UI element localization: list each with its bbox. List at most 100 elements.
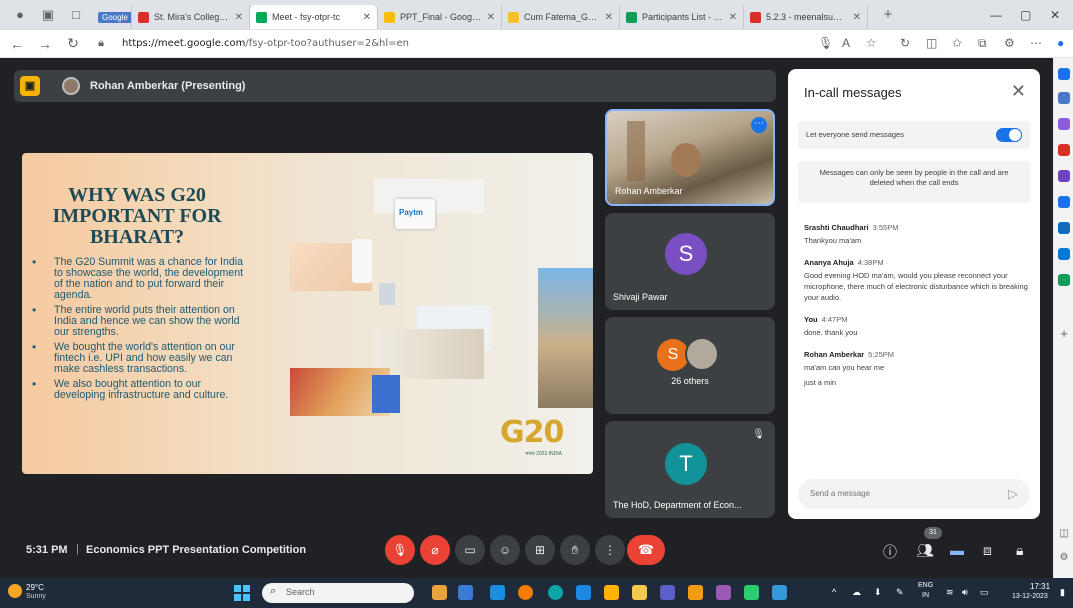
close-icon[interactable]: ✕ xyxy=(605,12,613,23)
end-call-button[interactable]: ☎︎ xyxy=(627,535,665,565)
volume-icon[interactable]: 🔊︎ xyxy=(962,587,968,598)
slide-bullet: The entire world puts their attention on… xyxy=(30,305,245,338)
participant-tile[interactable]: ⋯ Rohan Amberkar xyxy=(605,109,775,206)
cloud-icon[interactable]: ☁︎ xyxy=(852,587,861,598)
camera-off-icon[interactable]: ⌀ xyxy=(420,535,450,565)
favorite-icon[interactable]: ☆ xyxy=(866,36,877,50)
emoji-reaction-icon[interactable]: ☺ xyxy=(490,535,520,565)
tab-meenal[interactable]: 5.2.3 - meenalsumant ✕ xyxy=(744,5,868,29)
tools-icon[interactable] xyxy=(1058,144,1070,156)
back-icon[interactable]: ← xyxy=(6,36,28,52)
present-screen-icon[interactable]: ▣ xyxy=(20,76,40,96)
close-icon[interactable]: ✕ xyxy=(235,12,243,23)
workspaces-icon[interactable]: ▣ xyxy=(40,7,56,23)
read-aloud-icon[interactable]: A xyxy=(842,36,850,50)
microphone-permission-icon[interactable]: 🎙︎ xyxy=(818,36,833,50)
participant-group-tile[interactable]: S 26 others xyxy=(605,317,775,414)
close-icon[interactable]: ✕ xyxy=(487,12,495,23)
store-app-icon[interactable] xyxy=(744,585,759,600)
close-icon[interactable]: ✕ xyxy=(363,12,371,23)
taskbar-search[interactable]: ⌕ Search xyxy=(262,583,414,603)
search-icon[interactable] xyxy=(1058,68,1070,80)
weather-icon[interactable] xyxy=(8,584,22,598)
captions-icon[interactable]: ▭ xyxy=(455,535,485,565)
host-controls-icon[interactable]: 🔒︎ xyxy=(1016,542,1023,559)
refresh-icon[interactable]: ↻ xyxy=(900,36,910,50)
restore-icon[interactable]: ▢ xyxy=(1020,8,1031,22)
file-explorer-icon[interactable] xyxy=(604,585,619,600)
people-icon[interactable]: 👥︎ xyxy=(916,542,934,559)
mail-app-icon[interactable] xyxy=(576,585,591,600)
lock-icon[interactable]: 🔒︎ xyxy=(90,37,112,50)
chrome-app-icon[interactable] xyxy=(518,585,533,600)
url-field[interactable]: https://meet.google.com/fsy-otpr-too?aut… xyxy=(122,38,409,49)
raise-hand-icon[interactable]: ✋︎ xyxy=(560,535,590,565)
tab-st-miras[interactable]: St. Mira's College for G ✕ xyxy=(132,5,250,29)
start-icon[interactable] xyxy=(234,585,250,601)
participant-tile[interactable]: 🎙︎ T The HoD, Department of Econ... xyxy=(605,421,775,518)
battery-icon[interactable]: ▭ xyxy=(980,587,989,598)
search-sidebar-icon[interactable] xyxy=(1058,92,1070,104)
tab-actions-icon[interactable]: □ xyxy=(68,7,84,23)
split-screen-icon[interactable]: ◫ xyxy=(926,36,937,50)
taskbar-time[interactable]: 17:31 xyxy=(1030,582,1050,591)
sidebar-hide-icon[interactable]: ◫ xyxy=(1058,528,1070,540)
tab-meet[interactable]: Meet - fsy-otpr-tc ✕ xyxy=(250,5,378,29)
edge-sidebar: + ◫ ⚙ xyxy=(1053,58,1073,578)
avatar: T xyxy=(665,443,707,485)
location-icon[interactable]: ⬇︎ xyxy=(874,587,882,598)
settings-icon[interactable]: ⚙ xyxy=(1058,552,1070,564)
collections-icon[interactable]: ⧉ xyxy=(978,36,987,51)
send-icon[interactable]: ▷ xyxy=(1008,486,1018,502)
tab-google[interactable]: Google xyxy=(92,5,132,29)
minimize-icon[interactable]: — xyxy=(990,8,1002,22)
chat-icon[interactable]: ▬ xyxy=(950,542,964,558)
more-options-icon[interactable]: ⋯ xyxy=(751,117,767,133)
participant-tile[interactable]: S Shivaji Pawar xyxy=(605,213,775,310)
more-icon[interactable]: ⋯ xyxy=(1030,36,1042,50)
drop-icon[interactable] xyxy=(1058,248,1070,260)
edge-app-icon[interactable] xyxy=(548,585,563,600)
people-app-icon[interactable] xyxy=(432,585,447,600)
message-header: Srashti Chaudhari 3:55PM xyxy=(804,223,1029,232)
close-icon[interactable]: ✕ xyxy=(729,12,737,23)
allow-messages-toggle[interactable] xyxy=(996,128,1022,142)
outlook-icon[interactable] xyxy=(1058,222,1070,234)
pen-icon[interactable]: ✎ xyxy=(896,587,904,598)
close-icon[interactable]: ✕ xyxy=(1011,81,1026,102)
wifi-icon[interactable]: ≋ xyxy=(946,587,954,598)
present-now-icon[interactable]: ⊞ xyxy=(525,535,555,565)
forward-icon[interactable]: → xyxy=(34,36,56,52)
activities-icon[interactable]: ⧈ xyxy=(983,542,992,559)
extensions-icon[interactable]: ⚙ xyxy=(1004,36,1015,50)
chat-app-icon[interactable] xyxy=(490,585,505,600)
tab-g20-an[interactable]: Cum Fatema_G20 AN ✕ xyxy=(502,5,620,29)
games-icon[interactable] xyxy=(1058,170,1070,182)
close-icon[interactable]: ✕ xyxy=(853,12,861,23)
language-code[interactable]: ENG xyxy=(918,582,933,589)
close-window-icon[interactable]: ✕ xyxy=(1050,8,1060,22)
task-view-icon[interactable] xyxy=(458,585,473,600)
photos-app-icon[interactable] xyxy=(716,585,731,600)
meeting-info-icon[interactable]: ⓘ xyxy=(883,542,897,562)
office-icon[interactable] xyxy=(1058,196,1070,208)
sticky-notes-icon[interactable] xyxy=(688,585,703,600)
profile-icon[interactable]: ● xyxy=(12,7,28,23)
show-hidden-icons-icon[interactable]: ^ xyxy=(832,587,836,597)
send-message-input[interactable] xyxy=(810,489,990,498)
e-tree-icon[interactable] xyxy=(1058,274,1070,286)
tab-participants[interactable]: Participants List - Goo ✕ xyxy=(620,5,744,29)
word-app-icon[interactable] xyxy=(772,585,787,600)
new-tab-icon[interactable]: + xyxy=(880,7,896,23)
notifications-icon[interactable]: ▮ xyxy=(1060,587,1065,598)
favorites-icon[interactable]: ✩ xyxy=(952,36,962,50)
reload-icon[interactable]: ↻ xyxy=(62,35,84,52)
tab-drive[interactable]: PPT_Final - Google Dri ✕ xyxy=(378,5,502,29)
teams-app-icon[interactable] xyxy=(660,585,675,600)
shopping-icon[interactable] xyxy=(1058,118,1070,130)
microphone-off-icon[interactable]: 🎙︎ xyxy=(385,535,415,565)
more-options-icon[interactable]: ⋮ xyxy=(595,535,625,565)
add-icon[interactable]: + xyxy=(1058,327,1070,340)
folder-icon[interactable] xyxy=(632,585,647,600)
copilot-icon[interactable]: ● xyxy=(1057,36,1064,50)
